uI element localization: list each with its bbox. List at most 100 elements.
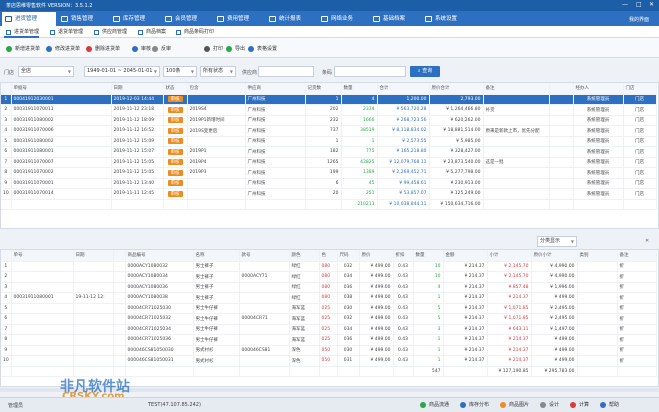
status-item-help[interactable]: 帮助 — [600, 401, 619, 408]
column-header[interactable] — [549, 83, 574, 95]
column-header[interactable] — [1, 250, 12, 262]
menu-tab-sales[interactable]: 销售管理 — [58, 12, 108, 26]
column-header[interactable] — [1, 83, 12, 95]
table-row[interactable]: 3 0000ACY1080036 男士裤子 绿红 080 036 ¥ 499.00 0.43 4… — [1, 282, 657, 293]
audit-button[interactable]: 审核 — [132, 44, 151, 54]
table-row[interactable]: 8 00004CR71025036 男士牛仔裤 海军蓝 025 036 ¥ 499.00 0.… — [1, 334, 657, 346]
table-row[interactable]: 1 0000ACY1080032 男士裤子 绿红 080 032 ¥ 499.00 0.43 1… — [1, 261, 657, 272]
column-header[interactable]: 日期 — [73, 250, 114, 262]
table-row[interactable]: 5 00004CR71025030 男士牛仔裤 海军蓝 025 030 ¥ 499.00 0.… — [1, 303, 657, 314]
table-row[interactable]: 2 00031911070011 2019-11-12 23:18 审核 2019S4 广… — [1, 104, 657, 116]
menu-tab-network[interactable]: 网络业务 — [318, 12, 368, 26]
store-select[interactable]: 全店 ▼ — [18, 66, 74, 77]
tab-returns[interactable]: 退货单管理 — [48, 27, 83, 38]
table-row[interactable]: 5 00031911080002 2019-11-12 15:09 审核 广州科技 1 1 ¥… — [1, 136, 657, 147]
table-row[interactable]: 10 00031911070014 2019-11-11 12:45 审核 广州科技 20… — [1, 188, 657, 200]
minimize-button[interactable]: — — [622, 1, 628, 8]
cell: 绿红 — [289, 261, 320, 272]
table-row[interactable]: 10 000046CS81050031 男式衬衫 深色 050 031 ¥ 499.00 0.… — [1, 355, 657, 367]
status-item-distribution[interactable]: 库存分布 — [460, 401, 489, 408]
column-header[interactable]: 数量 — [413, 250, 444, 262]
column-header[interactable]: 状态 — [163, 83, 188, 95]
status-item-design[interactable]: 设计 — [540, 401, 559, 408]
menu-tab-archive[interactable]: 基础档案 — [370, 12, 420, 26]
table-row[interactable]: 6 00004CR71025032 男士牛仔裤 00004CR71 海军蓝 025 032 ¥… — [1, 313, 657, 325]
status-item-images[interactable]: 商品图片 — [500, 401, 529, 408]
close-icon[interactable]: ✕ — [645, 238, 649, 244]
column-header[interactable]: 合计 — [377, 83, 430, 95]
new-order-button[interactable]: 新增进货单 — [6, 44, 40, 54]
table-row[interactable]: 9 00031911070001 2019-11-12 13:40 审核 广州科技 6 45… — [1, 178, 657, 189]
column-header[interactable]: 小计 — [487, 250, 532, 262]
column-header[interactable]: 色 — [319, 250, 338, 262]
search-button[interactable]: ⌕ 查询 — [410, 66, 440, 77]
column-header[interactable]: 原价 — [359, 250, 394, 262]
status-item-calc[interactable]: 计算 — [570, 401, 589, 408]
unaudit-button[interactable]: 反审 — [152, 44, 171, 54]
menu-tab-settings[interactable]: 系统设置 — [422, 12, 472, 26]
column-header[interactable]: 尺码 — [337, 250, 360, 262]
table-row[interactable]: 2 0000ACY1080034 男士裤子 0000ACY71 绿红 080 034 ¥ 49… — [1, 271, 657, 283]
table-row[interactable]: 7 00004CR71025034 男士牛仔裤 海军蓝 025 034 ¥ 499.00 0.… — [1, 324, 657, 335]
column-header[interactable]: 原价合计 — [429, 83, 484, 95]
column-header[interactable]: 经办人 — [573, 83, 624, 95]
column-header[interactable]: 折扣 — [393, 250, 414, 262]
menu-tab-purchase[interactable]: 进货管理 — [2, 12, 56, 26]
column-header[interactable]: 原价小计 — [531, 250, 578, 262]
column-header[interactable]: 门店 — [623, 83, 657, 95]
column-header[interactable]: 金额 — [443, 250, 488, 262]
status-select[interactable]: 所有状态 ▼ — [200, 66, 236, 77]
column-header[interactable]: 商品编号 — [125, 250, 194, 262]
cell — [73, 366, 114, 377]
status-item-circulation[interactable]: 商品流通 — [420, 401, 449, 408]
column-header[interactable]: 类别 — [577, 250, 618, 262]
date-range-input[interactable]: 1949-01-01 ~ 2045-01-01 ▼ — [84, 66, 160, 77]
count-select[interactable]: 100条 ▼ — [163, 66, 197, 77]
print-button[interactable]: 打印 — [204, 44, 223, 54]
column-header[interactable]: 备注 — [617, 250, 657, 262]
delete-order-button[interactable]: 删除进货单 — [86, 44, 120, 54]
table-row[interactable]: 3 00031911080002 2019-11-12 18:09 审核 2019P1新… — [1, 115, 657, 126]
tab-purchase-orders[interactable]: 进货单管理 — [4, 27, 40, 38]
table-row[interactable]: 8 00031911070002 2019-11-12 15:05 审核 2019P3 广… — [1, 167, 657, 179]
keyword-input[interactable] — [334, 66, 406, 77]
menu-tab-member[interactable]: 会员管理 — [162, 12, 212, 26]
display-mode-select[interactable]: 分类显示 ▼ — [537, 236, 577, 247]
supplier-input[interactable] — [258, 66, 314, 77]
menu-tab-cost[interactable]: 费用管理 — [214, 12, 264, 26]
edit-order-button[interactable]: 修改进货单 — [46, 44, 80, 54]
order-detail-grid[interactable]: 单号 日期 商品编号 名称 款号 颜色色尺码 原价 折扣 数量 金额 小计 原价小计 类别 备注 1 000… — [0, 249, 659, 387]
column-header[interactable]: 单号 — [11, 250, 74, 262]
column-header[interactable]: 款号 — [239, 250, 290, 262]
column-header[interactable]: 备注 — [483, 83, 550, 95]
maximize-button[interactable]: □ — [636, 1, 642, 8]
purchase-order-grid[interactable]: 单据号 日期 状态 包含 供应商 记货数 数量 合计 原价合计 备注 经办人 门店 1 00041912… — [0, 82, 659, 229]
status-badge: 审核 — [167, 169, 183, 176]
menu-tab-stock[interactable]: 库存管理 — [110, 12, 160, 26]
tab-products[interactable]: 商品档案 — [136, 27, 166, 38]
column-header[interactable]: 颜色 — [289, 250, 320, 262]
tab-suppliers[interactable]: 供应商管理 — [92, 27, 127, 38]
column-header[interactable]: 供应商 — [245, 83, 306, 95]
column-header[interactable]: 单据号 — [11, 83, 112, 95]
export-button[interactable]: 导出 — [226, 44, 245, 54]
table-row[interactable]: 4 00031911070006 2019-11-12 16:52 审核 2019S变更… — [1, 125, 657, 137]
cell: 080 — [319, 292, 338, 304]
table-row[interactable]: 6 00031911080001 2019-11-12 15:07 审核 2019P1 广… — [1, 146, 657, 158]
tab-barcode-print[interactable]: 商品条码打印 — [174, 27, 214, 38]
close-button[interactable]: ✕ — [649, 1, 654, 8]
column-header[interactable]: 日期 — [111, 83, 164, 95]
column-header[interactable]: 名称 — [193, 250, 240, 262]
cell: 绿红 — [289, 271, 320, 283]
column-header[interactable] — [113, 250, 126, 262]
help-link[interactable]: 我的界面 — [629, 16, 649, 23]
table-row[interactable]: 1 00041912030001 2019-12-03 14:44 审核 广州科技 1 4 1… — [1, 94, 657, 105]
column-header[interactable]: 包含 — [187, 83, 246, 95]
table-row[interactable]: 9 000046CS81050030 男式衬衫 000046CS81 深色 050 030 ¥… — [1, 345, 657, 356]
table-row[interactable]: 4 00031911080001 19-11-12 12: 0000ACY108003… — [1, 292, 657, 304]
table-row[interactable]: 7 00031911070007 2019-11-12 15:05 审核 2019P4 广… — [1, 157, 657, 168]
table-settings-button[interactable]: 表格设置 — [248, 44, 277, 54]
column-header[interactable]: 记货数 — [305, 83, 342, 95]
menu-tab-report[interactable]: 统计报表 — [266, 12, 316, 26]
column-header[interactable]: 数量 — [341, 83, 378, 95]
